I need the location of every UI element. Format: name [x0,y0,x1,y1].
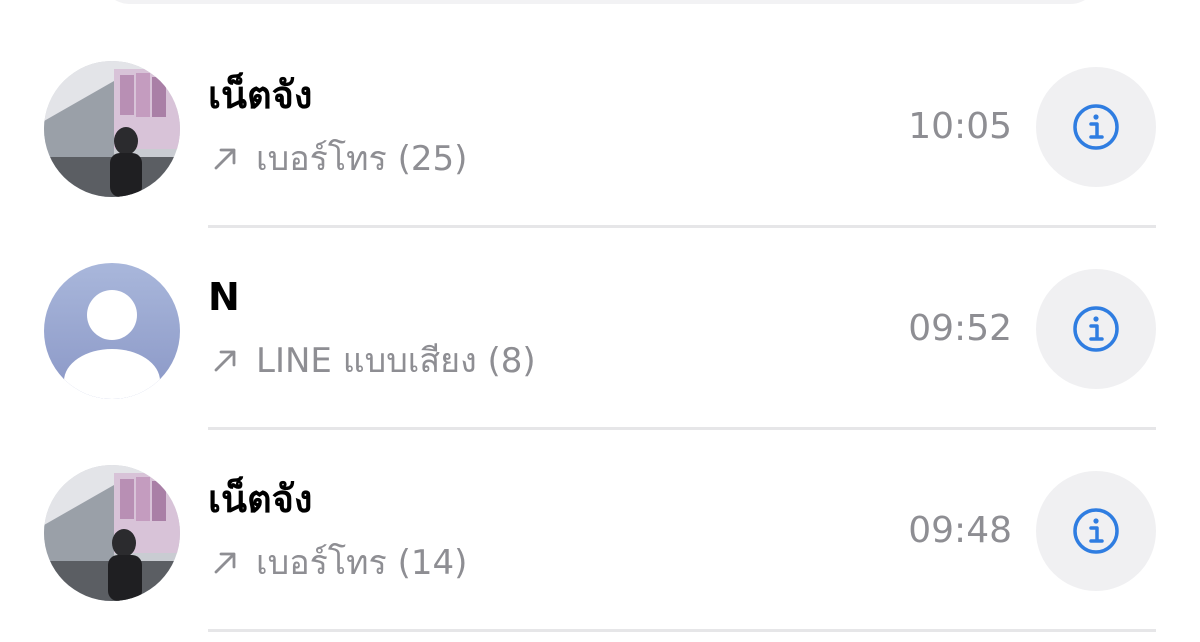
call-type-label: เบอร์โทร (14) [256,543,468,583]
call-time: 10:05 [908,106,1012,147]
avatar [44,263,180,399]
row-divider [208,225,1156,228]
contact-name: เน็ตจัง [208,73,313,117]
call-time: 09:48 [908,510,1012,551]
call-row[interactable]: N LINE แบบเสียง (8) 09:52 [0,229,1200,431]
info-button[interactable] [1036,67,1156,187]
row-divider [208,629,1156,632]
info-button[interactable] [1036,269,1156,389]
call-row[interactable]: เน็ตจัง เบอร์โทร (25) 10:05 [0,27,1200,229]
info-circle-icon [1073,306,1119,352]
info-circle-icon [1073,104,1119,150]
contact-name: N [208,275,240,319]
contact-name: เน็ตจัง [208,477,313,521]
call-detail: LINE แบบเสียง (8) [208,341,536,382]
call-type-label: LINE แบบเสียง (8) [256,341,536,381]
call-detail: เบอร์โทร (14) [208,543,467,584]
call-type-label: เบอร์โทร (25) [256,139,468,179]
avatar [44,465,180,601]
call-time: 09:52 [908,308,1012,349]
info-button[interactable] [1036,471,1156,591]
search-bar-edge[interactable] [100,0,1100,4]
avatar [44,61,180,197]
contact-photo [44,61,180,197]
info-circle-icon [1073,508,1119,554]
recents-screen: เน็ตจัง เบอร์โทร (25) 10:05 N LINE แบบเส… [0,0,1200,642]
call-detail: เบอร์โทร (25) [208,139,467,180]
outgoing-arrow-icon [214,552,236,574]
person-placeholder-icon [44,263,180,399]
contact-photo [44,465,180,601]
row-divider [208,427,1156,430]
outgoing-arrow-icon [214,350,236,372]
call-row[interactable]: เน็ตจัง เบอร์โทร (14) 09:48 [0,431,1200,633]
outgoing-arrow-icon [214,148,236,170]
